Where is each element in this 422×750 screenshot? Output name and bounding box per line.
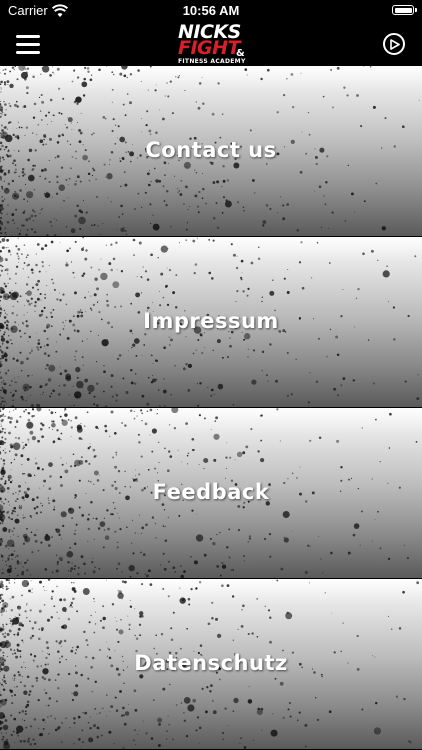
tile-label: Datenschutz xyxy=(134,651,288,675)
menu-tiles: Contact us Impressum Feedback Datenschut… xyxy=(0,66,422,749)
logo-line-fight: FIGHT xyxy=(178,37,241,59)
play-button[interactable] xyxy=(383,33,405,55)
tile-label: Contact us xyxy=(145,138,277,162)
play-icon xyxy=(390,38,400,50)
status-bar: Carrier 10:56 AM xyxy=(0,0,422,22)
nav-bar: NICKS FIGHT & FITNESS ACADEMY xyxy=(0,22,422,66)
logo-subtitle: FITNESS ACADEMY xyxy=(178,58,246,65)
tile-impressum[interactable]: Impressum xyxy=(0,237,422,407)
battery-icon xyxy=(392,5,417,15)
tile-datenschutz[interactable]: Datenschutz xyxy=(0,579,422,749)
tile-label: Feedback xyxy=(152,480,270,504)
status-time: 10:56 AM xyxy=(182,3,240,18)
menu-button[interactable] xyxy=(16,34,40,54)
tile-feedback[interactable]: Feedback xyxy=(0,408,422,578)
logo: NICKS FIGHT & FITNESS ACADEMY xyxy=(176,22,246,66)
tile-contact-us[interactable]: Contact us xyxy=(0,66,422,236)
hamburger-icon xyxy=(16,35,40,38)
tile-label: Impressum xyxy=(143,309,279,333)
